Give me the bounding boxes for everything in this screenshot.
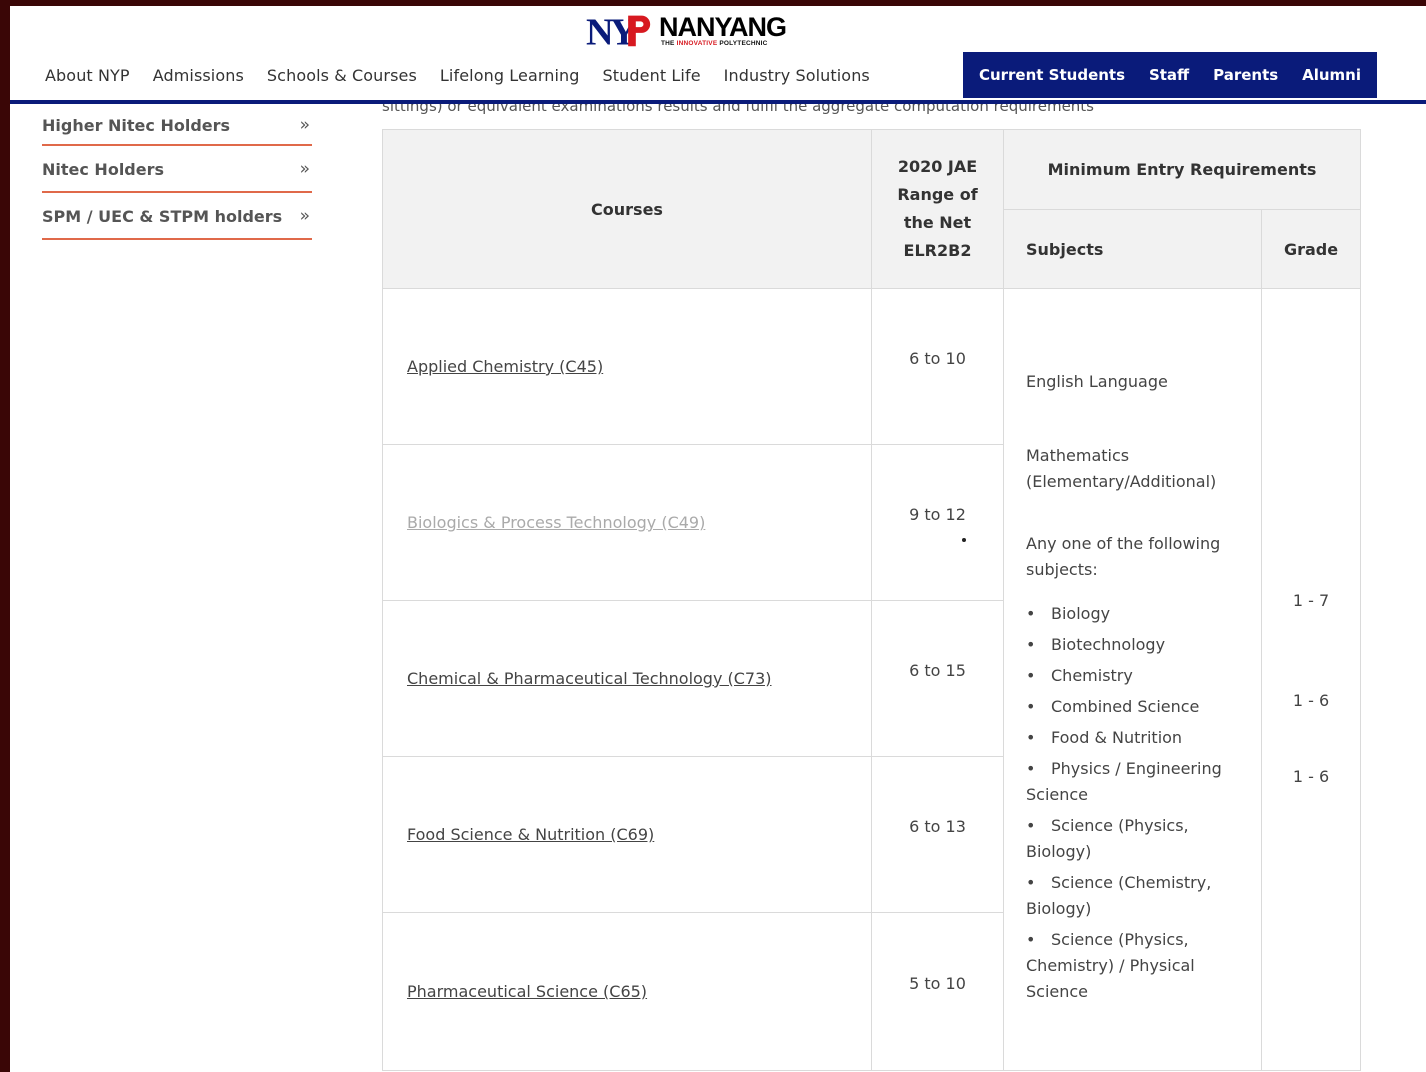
header-min-requirements: Minimum Entry Requirements [1003,129,1361,210]
subjects-cell: English Language Mathematics (Elementary… [1003,288,1262,1071]
logo-name: NANYANG [658,11,787,42]
list-item: Biology [1026,601,1239,627]
grade-math: 1 - 6 [1292,691,1330,710]
nyp-logo[interactable]: NY NANYANG THE INNOVATIVE POLYTECHNIC [586,10,787,50]
main-nav: About NYP Admissions Schools & Courses L… [45,66,893,90]
list-item: Science (Physics, Chemistry) / Physical … [1026,927,1239,1005]
course-link-c65[interactable]: Pharmaceutical Science (C65) [384,982,647,1001]
entry-requirements-table: Courses 2020 JAE Range of the Net ELR2B2… [382,129,1361,1071]
table-row: Applied Chemistry (C45) 6 to 10 English … [382,288,1361,1071]
range-cell: 6 to 15 [871,600,1004,757]
audience-nav: Current Students Staff Parents Alumni [963,52,1377,98]
course-cell: Pharmaceutical Science (C65) [382,912,872,1071]
nav-about-nyp[interactable]: About NYP [45,66,130,90]
nav-staff[interactable]: Staff [1149,66,1189,84]
course-link-c49[interactable]: Biologics & Process Technology (C49) [384,513,705,532]
list-item: Physics / Engineering Science [1026,756,1239,808]
course-cell: Food Science & Nutrition (C69) [382,756,872,913]
nav-lifelong-learning[interactable]: Lifelong Learning [440,66,580,90]
nav-parents[interactable]: Parents [1213,66,1278,84]
list-item: Biotechnology [1026,632,1239,658]
page: NY NANYANG THE INNOVATIVE POLYTECHNIC Ab… [10,6,1426,1072]
logo-tagline: THE INNOVATIVE POLYTECHNIC [660,39,768,47]
header-subjects: Subjects [1003,209,1262,289]
range-cell: 6 to 13 [871,756,1004,913]
nav-industry-solutions[interactable]: Industry Solutions [724,66,870,90]
course-link-c45[interactable]: Applied Chemistry (C45) [384,357,603,376]
header-range: 2020 JAE Range of the Net ELR2B2 [871,129,1004,289]
range-cell: 6 to 10 [871,288,1004,445]
sidebar-item-label: Nitec Holders [42,159,165,179]
list-item: Science (Chemistry, Biology) [1026,870,1239,922]
header-courses: Courses [382,129,872,289]
double-chevron-right-icon: » [299,206,310,226]
nav-student-life[interactable]: Student Life [603,66,701,90]
nav-alumni[interactable]: Alumni [1302,66,1361,84]
double-chevron-right-icon: » [299,115,310,135]
course-cell: Biologics & Process Technology (C49) [382,444,872,601]
course-cell: Applied Chemistry (C45) [382,288,872,445]
nyp-logo-icon: NY [586,11,651,49]
sidebar-item-spm-uec-stpm[interactable]: SPM / UEC & STPM holders » [42,194,312,240]
nav-divider [10,100,1426,104]
double-chevron-right-icon: » [299,159,310,179]
sidebar-item-nitec[interactable]: Nitec Holders » [42,147,312,193]
list-item: Combined Science [1026,694,1239,720]
list-item: Chemistry [1026,663,1239,689]
header-grade: Grade [1261,209,1361,289]
range-cell: 9 to 12 [871,444,1004,601]
sidebar-item-label: SPM / UEC & STPM holders [42,206,283,226]
sidebar-item-label: Higher Nitec Holders [42,115,231,135]
course-link-c73[interactable]: Chemical & Pharmaceutical Technology (C7… [384,669,772,688]
sidebar: Higher Nitec Holders » Nitec Holders » S… [42,106,312,241]
course-link-c69[interactable]: Food Science & Nutrition (C69) [384,825,654,844]
subject-list: Biology Biotechnology Chemistry Combined… [1026,601,1239,1005]
subject-english: English Language [1026,372,1168,391]
grade-english: 1 - 7 [1292,591,1330,610]
subject-any-one: Any one of the following subjects: [1026,534,1221,579]
grade-any-one: 1 - 6 [1292,767,1330,786]
range-cell: 5 to 10 [871,912,1004,1071]
stray-dot [962,538,966,542]
list-item: Science (Physics, Biology) [1026,813,1239,865]
nav-schools-courses[interactable]: Schools & Courses [267,66,417,90]
subject-math: Mathematics (Elementary/Additional) [1026,446,1217,491]
list-item: Food & Nutrition [1026,725,1239,751]
course-cell: Chemical & Pharmaceutical Technology (C7… [382,600,872,757]
nav-current-students[interactable]: Current Students [979,66,1125,84]
grades-cell: 1 - 7 1 - 6 1 - 6 [1261,288,1361,1071]
sidebar-item-higher-nitec[interactable]: Higher Nitec Holders » [42,106,312,146]
nav-admissions[interactable]: Admissions [153,66,244,90]
